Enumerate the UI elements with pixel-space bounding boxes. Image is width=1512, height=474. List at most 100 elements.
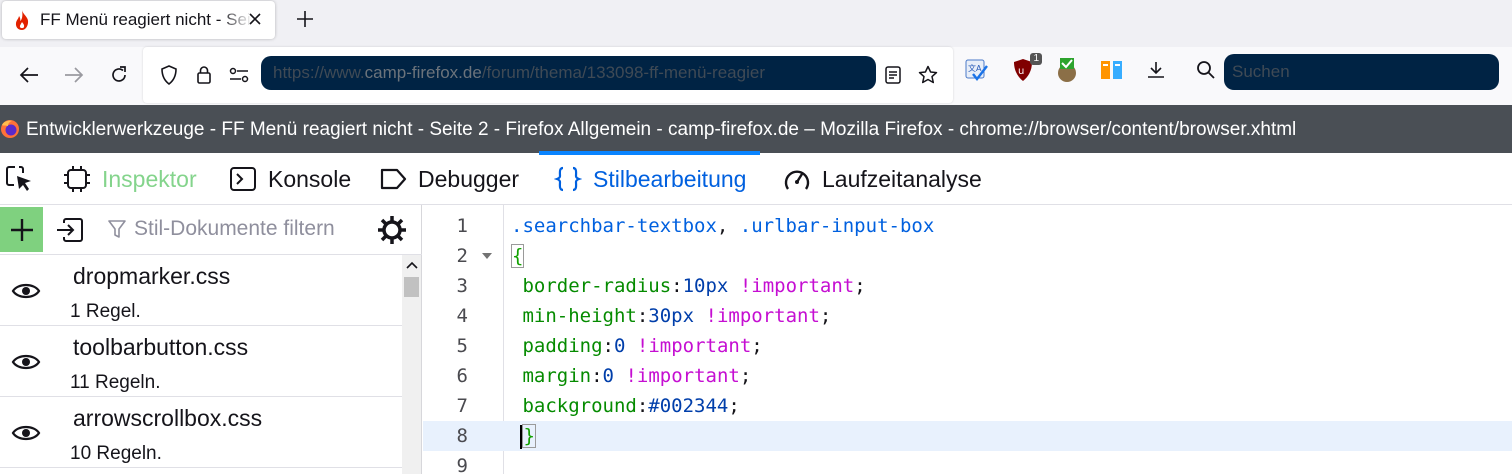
stylesheet-name: toolbarbutton.css xyxy=(73,334,249,360)
code-line[interactable]: 9 xyxy=(423,451,1512,474)
line-number: 5 xyxy=(456,335,468,357)
url-host: camp-firefox.de xyxy=(364,63,482,82)
line-number: 7 xyxy=(456,395,468,417)
import-stylesheet-button[interactable] xyxy=(54,215,86,247)
plus-icon xyxy=(10,218,33,241)
filter-funnel-icon xyxy=(108,220,126,238)
google-translate-icon[interactable]: 文A xyxy=(964,57,990,83)
code-text: border-radius:10px !important; xyxy=(511,275,866,297)
settings-button[interactable] xyxy=(376,214,408,246)
eye-icon[interactable] xyxy=(10,350,42,374)
check-extension-icon[interactable] xyxy=(1054,57,1080,83)
eye-icon[interactable] xyxy=(10,279,42,303)
code-line[interactable]: 6 margin:0 !important; xyxy=(423,361,1512,391)
tab-debugger-label: Debugger xyxy=(418,165,520,192)
stylesheet-filter-input[interactable] xyxy=(134,217,364,241)
stylesheet-panel: dropmarker.css 1 Regel. toolbarbutton.cs… xyxy=(0,205,422,474)
line-number: 9 xyxy=(456,455,468,474)
ublock-badge: 1 xyxy=(1030,53,1042,65)
code-line[interactable]: 1 .searchbar-textbox, .urlbar-input-box xyxy=(423,211,1512,241)
debugger-icon xyxy=(378,164,408,194)
container-icon[interactable] xyxy=(1099,57,1125,83)
tab-console[interactable]: Konsole xyxy=(228,153,351,205)
gear-icon xyxy=(378,216,406,244)
stylesheet-list-scrollbar[interactable] xyxy=(402,255,421,474)
tab-style-editor[interactable]: Stilbearbeitung xyxy=(538,151,761,205)
line-number: 8 xyxy=(456,425,468,447)
new-tab-icon[interactable] xyxy=(293,7,317,31)
permissions-icon[interactable] xyxy=(225,61,253,89)
firefox-logo-icon xyxy=(1,120,19,138)
tab-title: FF Menü reagiert nicht - Seite 2 - Firef… xyxy=(40,10,252,29)
tab-inspector[interactable]: Inspektor xyxy=(62,153,197,205)
stylesheet-name: dropmarker.css xyxy=(73,263,231,289)
list-item[interactable]: dropmarker.css 1 Regel. xyxy=(0,255,402,326)
code-line[interactable]: 3 border-radius:10px !important; xyxy=(423,271,1512,301)
list-item[interactable]: toolbarbutton.css 11 Regeln. xyxy=(0,326,402,397)
list-item[interactable]: arrowscrollbox.css 10 Regeln. xyxy=(0,397,402,468)
element-picker-button[interactable] xyxy=(4,153,44,205)
search-icon xyxy=(1193,57,1219,83)
url-path: /forum/thema/133098-ff-menü-reagier xyxy=(481,63,765,82)
bookmark-star-icon[interactable] xyxy=(914,61,942,89)
tracking-shield-icon[interactable] xyxy=(155,61,183,89)
import-icon xyxy=(57,218,83,242)
code-line[interactable]: 2 { xyxy=(423,241,1512,271)
stylesheet-rule-count: 10 Regeln. xyxy=(70,443,162,464)
code-text: background:#002344; xyxy=(511,395,740,417)
stylesheet-rule-count: 11 Regeln. xyxy=(70,372,161,393)
flame-favicon-icon xyxy=(14,9,34,31)
stylesheet-list: dropmarker.css 1 Regel. toolbarbutton.cs… xyxy=(0,255,402,474)
css-code-editor[interactable]: 1 .searchbar-textbox, .urlbar-input-box … xyxy=(423,205,1512,474)
code-text: } xyxy=(511,421,536,451)
stylesheet-name: arrowscrollbox.css xyxy=(73,405,263,431)
forward-arrow-icon[interactable] xyxy=(60,61,88,89)
window-title: Entwicklerwerkzeuge - FF Menü reagiert n… xyxy=(26,119,1297,140)
tab-performance-label: Laufzeitanalyse xyxy=(822,165,982,192)
code-line[interactable]: 4 min-height:30px !important; xyxy=(423,301,1512,331)
tab-style-editor-label: Stilbearbeitung xyxy=(593,165,747,192)
lock-icon[interactable] xyxy=(190,61,218,89)
code-line-active[interactable]: 8 } xyxy=(423,421,1512,451)
tab-strip: FF Menü reagiert nicht - Seite 2 - Firef… xyxy=(0,0,1512,47)
eye-icon[interactable] xyxy=(10,421,42,445)
code-text: padding:0 !important; xyxy=(511,335,763,357)
downloads-icon[interactable] xyxy=(1143,57,1169,83)
navigation-bar: https://www.camp-firefox.de/forum/thema/… xyxy=(0,47,1512,105)
code-line[interactable]: 7 background:#002344; xyxy=(423,391,1512,421)
inspector-icon xyxy=(62,164,92,194)
url-prefix: https://www. xyxy=(273,63,365,82)
line-number: 1 xyxy=(456,215,468,237)
fold-arrow-icon[interactable] xyxy=(481,250,493,262)
ublock-icon[interactable]: u 1 xyxy=(1010,53,1042,83)
url-input[interactable]: https://www.camp-firefox.de/forum/thema/… xyxy=(261,56,876,90)
text-cursor xyxy=(520,424,523,449)
browser-tab[interactable]: FF Menü reagiert nicht - Seite 2 - Firef… xyxy=(2,1,275,39)
tab-performance[interactable]: Laufzeitanalyse xyxy=(782,153,982,205)
line-number: 6 xyxy=(456,365,468,387)
stylesheet-rule-count: 1 Regel. xyxy=(70,301,141,322)
code-text: margin:0 !important; xyxy=(511,365,752,387)
back-arrow-icon[interactable] xyxy=(15,61,43,89)
reload-icon[interactable] xyxy=(105,61,133,89)
stylesheet-filter xyxy=(108,217,364,241)
line-number: 4 xyxy=(456,305,468,327)
reader-view-icon[interactable] xyxy=(879,61,907,89)
devtools-window-titlebar: Entwicklerwerkzeuge - FF Menü reagiert n… xyxy=(0,105,1512,153)
code-line[interactable]: 5 padding:0 !important; xyxy=(423,331,1512,361)
scroll-up-arrow-icon[interactable] xyxy=(402,257,421,273)
line-number: 2 xyxy=(456,245,468,267)
line-number: 3 xyxy=(456,275,468,297)
svg-text:文A: 文A xyxy=(968,63,982,73)
scrollbar-thumb[interactable] xyxy=(404,277,419,297)
new-stylesheet-button[interactable] xyxy=(0,207,43,252)
close-tab-icon[interactable] xyxy=(245,9,265,29)
console-icon xyxy=(228,164,258,194)
curly-braces-icon xyxy=(553,164,583,194)
element-picker-icon xyxy=(4,164,34,194)
svg-text:u: u xyxy=(1018,66,1024,77)
devtools-toolbar: Inspektor Konsole Debugger Stilbearbeitu… xyxy=(0,151,1512,205)
tab-debugger[interactable]: Debugger xyxy=(378,153,519,205)
code-text: { xyxy=(511,244,525,268)
search-input[interactable]: Suchen xyxy=(1224,54,1499,90)
